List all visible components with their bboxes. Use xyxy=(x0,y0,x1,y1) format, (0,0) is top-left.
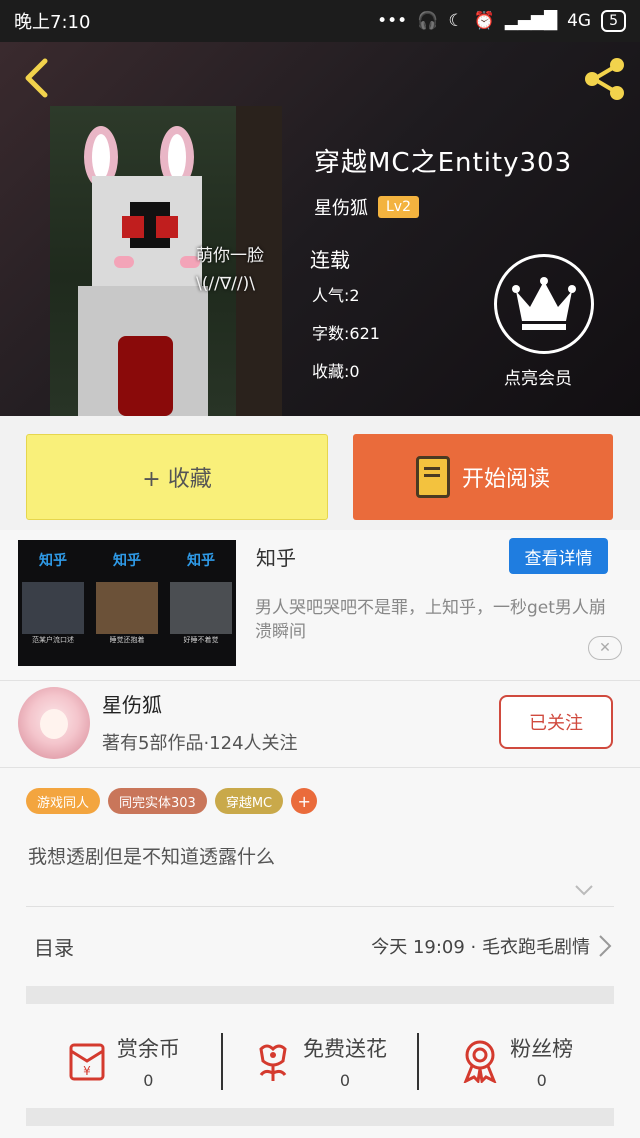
favorites-stat: 收藏:0 xyxy=(312,362,360,381)
author-name[interactable]: 星伤狐 xyxy=(314,194,368,220)
network-type: 4G xyxy=(567,11,592,31)
level-badge: Lv2 xyxy=(378,196,419,218)
cover-cheek-left xyxy=(114,256,134,268)
medal-icon xyxy=(463,1040,497,1083)
book-cover[interactable]: 萌你一脸 \(//∇//)\ xyxy=(50,106,282,416)
action-texts: 粉丝榜 0 xyxy=(510,1033,573,1090)
ad-thumbnail[interactable]: 知乎 范某户流口述 知乎 睡觉还抱着 知乎 好睡不着觉 xyxy=(18,540,236,666)
author-row[interactable]: 星伤狐 Lv2 xyxy=(314,194,419,220)
book-icon xyxy=(415,456,450,498)
share-button[interactable] xyxy=(580,54,630,104)
alarm-icon: ⏰ xyxy=(473,11,495,31)
vip-button[interactable] xyxy=(494,254,594,354)
add-tag-button[interactable]: + xyxy=(291,788,318,814)
action-count: 0 xyxy=(339,1070,351,1090)
action-label: 免费送花 xyxy=(303,1036,387,1061)
author-card[interactable]: 星伤狐 著有5部作品·124人关注 已关注 xyxy=(0,680,640,768)
catalog-row[interactable]: 目录 今天 19:09 · 毛衣跑毛剧情 xyxy=(26,908,614,984)
ad-thumb-scene xyxy=(96,582,158,634)
action-texts: 赏余币 0 xyxy=(117,1033,180,1090)
start-reading-label: 开始阅读 xyxy=(461,467,550,492)
tag-list: 游戏同人 同完实体303 穿越MC + xyxy=(26,788,318,814)
ad-thumb-subtitle: 睡觉还抱着 xyxy=(109,636,145,644)
ad-thumb-logo: 知乎 xyxy=(187,553,215,569)
ad-thumb-scene xyxy=(170,582,232,634)
ad-block[interactable]: 知乎 范某户流口述 知乎 睡觉还抱着 知乎 好睡不着觉 知乎 查看详情 男人哭吧… xyxy=(0,530,640,680)
ad-thumb-logo: 知乎 xyxy=(113,553,141,569)
ad-thumb-logo: 知乎 xyxy=(39,553,67,569)
moon-icon: ☾ xyxy=(448,11,464,31)
cover-character-body xyxy=(78,286,208,416)
serial-status: 连载 xyxy=(310,248,350,272)
cover-eye-right xyxy=(156,216,178,238)
ad-thumb-subtitle: 好睡不着觉 xyxy=(183,636,219,644)
send-flower-action[interactable]: 免费送花 0 xyxy=(220,1032,418,1090)
red-envelope-icon: ¥ xyxy=(69,1043,105,1081)
action-texts: 免费送花 0 xyxy=(303,1033,387,1090)
tag[interactable]: 同完实体303 xyxy=(108,788,207,814)
crown-icon xyxy=(512,277,576,330)
ad-thumb-subtitle: 范某户流口述 xyxy=(32,636,74,644)
word-count-stat: 字数:621 xyxy=(312,324,380,343)
divider xyxy=(26,906,614,907)
ad-panel: 知乎 好睡不着觉 xyxy=(166,540,236,666)
popularity-stat: 人气:2 xyxy=(312,286,360,305)
ad-source: 知乎 xyxy=(256,546,296,570)
svg-text:¥: ¥ xyxy=(83,1064,91,1078)
latest-chapter: 今天 19:09 · 毛衣跑毛剧情 xyxy=(371,937,590,958)
action-count: 0 xyxy=(536,1070,547,1090)
action-count: 0 xyxy=(143,1070,154,1090)
status-icons: ••• 🎧 ☾ ⏰ ▂▄▆█ 4G 5 xyxy=(377,10,626,32)
action-label: 粉丝榜 xyxy=(510,1036,574,1061)
vip-label[interactable]: 点亮会员 xyxy=(504,364,572,389)
follow-button[interactable]: 已关注 xyxy=(499,695,613,749)
fan-ranking-action[interactable]: 粉丝榜 0 xyxy=(417,1032,614,1090)
cover-caption: 萌你一脸 \(//∇//)\ xyxy=(196,246,264,294)
view-details-button[interactable]: 查看详情 xyxy=(509,538,608,574)
tag[interactable]: 游戏同人 xyxy=(26,788,101,814)
collect-button[interactable]: + 收藏 xyxy=(26,434,328,520)
status-bar: 晚上7:10 ••• 🎧 ☾ ⏰ ▂▄▆█ 4G 5 xyxy=(0,0,640,42)
book-description: 我想透剧但是不知道透露什么 xyxy=(28,846,276,868)
action-label: 赏余币 xyxy=(116,1036,180,1061)
start-reading-button[interactable]: 开始阅读 xyxy=(353,434,613,520)
flower-icon xyxy=(259,1044,287,1081)
ad-panel: 知乎 睡觉还抱着 xyxy=(92,540,162,666)
cover-eye-left xyxy=(122,216,144,238)
catalog-label: 目录 xyxy=(34,935,74,960)
tag[interactable]: 穿越MC xyxy=(214,788,284,814)
reward-coins-action[interactable]: ¥ 赏余币 0 xyxy=(26,1033,221,1090)
ad-panel: 知乎 范某户流口述 xyxy=(18,540,88,666)
section-separator xyxy=(26,1108,614,1126)
chevron-left-icon xyxy=(25,58,48,98)
more-dots-icon: ••• xyxy=(377,11,408,31)
signal-icon: ▂▄▆█ xyxy=(504,11,558,31)
ad-thumb-scene xyxy=(22,582,84,634)
back-button[interactable] xyxy=(18,56,54,100)
info-area: 游戏同人 同完实体303 穿越MC + 我想透剧但是不知道透露什么 目录 今天 … xyxy=(0,768,640,1138)
chevron-right-icon xyxy=(599,935,612,957)
headphones-icon: 🎧 xyxy=(417,11,439,31)
ad-text[interactable]: 男人哭吧哭吧不是罪，上知乎，一秒get男人崩溃瞬间 xyxy=(255,596,615,644)
status-time: 晚上7:10 xyxy=(14,12,91,33)
section-separator xyxy=(26,986,614,1004)
avatar[interactable] xyxy=(18,687,90,759)
ad-close-button[interactable]: ✕ xyxy=(588,636,622,660)
book-title: 穿越MC之Entity303 xyxy=(314,148,573,178)
author-card-name[interactable]: 星伤狐 xyxy=(102,689,162,718)
author-card-info: 著有5部作品·124人关注 xyxy=(102,733,298,754)
share-icon xyxy=(585,58,624,100)
book-header: 萌你一脸 \(//∇//)\ 穿越MC之Entity303 星伤狐 Lv2 连载… xyxy=(0,42,640,416)
chevron-down-icon[interactable] xyxy=(574,880,594,900)
actions-row: ¥ 赏余币 0 免费送花 0 粉丝榜 0 xyxy=(26,1016,614,1106)
battery-icon: 5 xyxy=(601,10,626,32)
